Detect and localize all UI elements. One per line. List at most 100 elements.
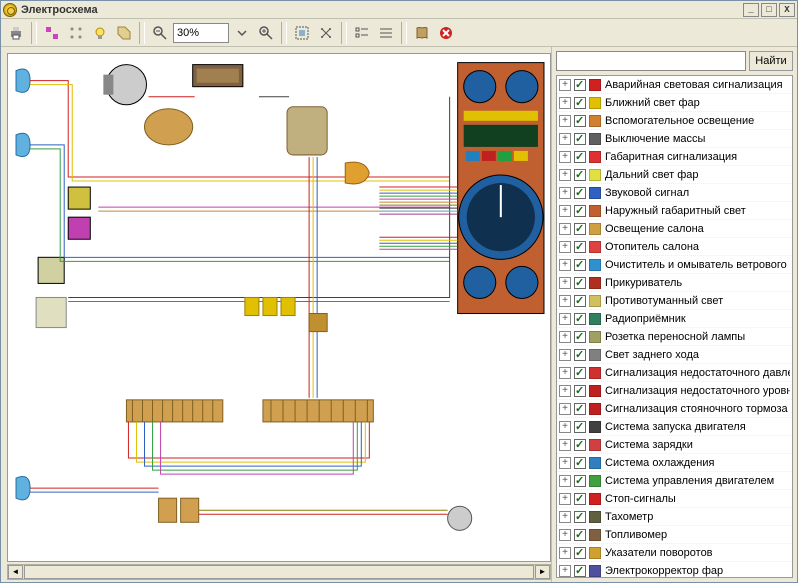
- circuit-row[interactable]: + Система управления двигателем: [557, 472, 792, 490]
- visibility-checkbox[interactable]: [574, 493, 586, 505]
- collapse-all-button[interactable]: [375, 22, 397, 44]
- circuit-row[interactable]: + Звуковой сигнал: [557, 184, 792, 202]
- expand-toggle[interactable]: +: [559, 475, 571, 487]
- visibility-checkbox[interactable]: [574, 223, 586, 235]
- visibility-checkbox[interactable]: [574, 187, 586, 199]
- circuit-row[interactable]: +Дальний свет фар: [557, 166, 792, 184]
- circuit-label[interactable]: Розетка переносной лампы: [605, 331, 745, 343]
- scroll-right-button[interactable]: ►: [535, 565, 550, 579]
- close-button[interactable]: X: [779, 3, 795, 17]
- fit-selection-button[interactable]: [291, 22, 313, 44]
- visibility-checkbox[interactable]: [574, 331, 586, 343]
- circuit-label[interactable]: Противотуманный свет: [605, 295, 723, 307]
- circuit-label[interactable]: Очиститель и омыватель ветрового стекла: [605, 259, 790, 271]
- expand-toggle[interactable]: +: [559, 439, 571, 451]
- zoom-dropdown-button[interactable]: [231, 22, 253, 44]
- expand-toggle[interactable]: +: [559, 511, 571, 523]
- expand-toggle[interactable]: +: [559, 403, 571, 415]
- visibility-checkbox[interactable]: [574, 457, 586, 469]
- circuit-label[interactable]: Вспомогательное освещение: [605, 115, 754, 127]
- circuit-row[interactable]: + Наружный габаритный свет: [557, 202, 792, 220]
- scroll-left-button[interactable]: ◄: [8, 565, 23, 579]
- circuit-label[interactable]: Система управления двигателем: [605, 475, 774, 487]
- circuit-row[interactable]: + Сигнализация недостаточного давления ма…: [557, 364, 792, 382]
- circuit-label[interactable]: Система охлаждения: [605, 457, 714, 469]
- circuit-label[interactable]: Ближний свет фар: [605, 97, 700, 109]
- circuit-row[interactable]: +Аварийная световая сигнализация: [557, 76, 792, 94]
- expand-toggle[interactable]: +: [559, 457, 571, 469]
- circuit-label[interactable]: Электрокорректор фар: [605, 565, 723, 577]
- expand-toggle[interactable]: +: [559, 205, 571, 217]
- minimize-button[interactable]: _: [743, 3, 759, 17]
- visibility-checkbox[interactable]: [574, 403, 586, 415]
- circuit-label[interactable]: Прикуриватель: [605, 277, 682, 289]
- zoom-out-button[interactable]: [149, 22, 171, 44]
- visibility-checkbox[interactable]: [574, 79, 586, 91]
- circuit-label[interactable]: Указатели поворотов: [605, 547, 713, 559]
- expand-toggle[interactable]: +: [559, 493, 571, 505]
- circuit-row[interactable]: + Выключение массы: [557, 130, 792, 148]
- expand-toggle[interactable]: +: [559, 295, 571, 307]
- circuit-label[interactable]: Система зарядки: [605, 439, 693, 451]
- visibility-checkbox[interactable]: [574, 115, 586, 127]
- highlight-button[interactable]: [89, 22, 111, 44]
- visibility-checkbox[interactable]: [574, 349, 586, 361]
- circuit-row[interactable]: +Указатели поворотов: [557, 544, 792, 562]
- info-button[interactable]: [113, 22, 135, 44]
- visibility-checkbox[interactable]: [574, 511, 586, 523]
- circuit-label[interactable]: Свет заднего хода: [605, 349, 699, 361]
- circuit-list[interactable]: +Аварийная световая сигнализация+Ближний…: [556, 75, 793, 578]
- circuit-row[interactable]: + Вспомогательное освещение: [557, 112, 792, 130]
- maximize-button[interactable]: □: [761, 3, 777, 17]
- scroll-thumb[interactable]: [24, 565, 534, 579]
- circuit-label[interactable]: Сигнализация недостаточного давления мас…: [605, 367, 790, 379]
- circuit-row[interactable]: + Система охлаждения: [557, 454, 792, 472]
- expand-toggle[interactable]: +: [559, 277, 571, 289]
- circuit-label[interactable]: Звуковой сигнал: [605, 187, 689, 199]
- print-button[interactable]: [5, 22, 27, 44]
- circuit-row[interactable]: +Габаритная сигнализация: [557, 148, 792, 166]
- expand-toggle[interactable]: +: [559, 421, 571, 433]
- expand-toggle[interactable]: +: [559, 565, 571, 577]
- circuit-row[interactable]: + Розетка переносной лампы: [557, 328, 792, 346]
- circuit-label[interactable]: Стоп-сигналы: [605, 493, 676, 505]
- expand-toggle[interactable]: +: [559, 331, 571, 343]
- circuit-row[interactable]: +Система запуска двигателя: [557, 418, 792, 436]
- circuit-row[interactable]: +Свет заднего хода: [557, 346, 792, 364]
- visibility-checkbox[interactable]: [574, 565, 586, 577]
- visibility-checkbox[interactable]: [574, 295, 586, 307]
- expand-toggle[interactable]: +: [559, 241, 571, 253]
- expand-toggle[interactable]: +: [559, 367, 571, 379]
- circuit-row[interactable]: + Тахометр: [557, 508, 792, 526]
- expand-all-button[interactable]: [351, 22, 373, 44]
- visibility-checkbox[interactable]: [574, 169, 586, 181]
- circuit-row[interactable]: +Топливомер: [557, 526, 792, 544]
- search-button[interactable]: Найти: [749, 51, 793, 71]
- visibility-checkbox[interactable]: [574, 385, 586, 397]
- circuit-label[interactable]: Тахометр: [605, 511, 653, 523]
- circuit-row[interactable]: + Радиоприёмник: [557, 310, 792, 328]
- expand-toggle[interactable]: +: [559, 115, 571, 127]
- visibility-checkbox[interactable]: [574, 547, 586, 559]
- circuit-row[interactable]: +Ближний свет фар: [557, 94, 792, 112]
- expand-toggle[interactable]: +: [559, 133, 571, 145]
- visibility-checkbox[interactable]: [574, 421, 586, 433]
- circuit-label[interactable]: Топливомер: [605, 529, 667, 541]
- expand-toggle[interactable]: +: [559, 313, 571, 325]
- visibility-checkbox[interactable]: [574, 133, 586, 145]
- expand-toggle[interactable]: +: [559, 223, 571, 235]
- trace-mode-button[interactable]: [65, 22, 87, 44]
- expand-toggle[interactable]: +: [559, 187, 571, 199]
- wiring-diagram[interactable]: [7, 53, 551, 562]
- circuit-label[interactable]: Выключение массы: [605, 133, 705, 145]
- circuit-label[interactable]: Радиоприёмник: [605, 313, 686, 325]
- visibility-checkbox[interactable]: [574, 205, 586, 217]
- zoom-level-input[interactable]: [173, 23, 229, 43]
- circuit-row[interactable]: + Электрокорректор фар: [557, 562, 792, 578]
- zoom-in-button[interactable]: [255, 22, 277, 44]
- visibility-checkbox[interactable]: [574, 259, 586, 271]
- circuit-row[interactable]: + Очиститель и омыватель ветрового стекла: [557, 256, 792, 274]
- expand-toggle[interactable]: +: [559, 79, 571, 91]
- expand-toggle[interactable]: +: [559, 259, 571, 271]
- circuit-label[interactable]: Наружный габаритный свет: [605, 205, 746, 217]
